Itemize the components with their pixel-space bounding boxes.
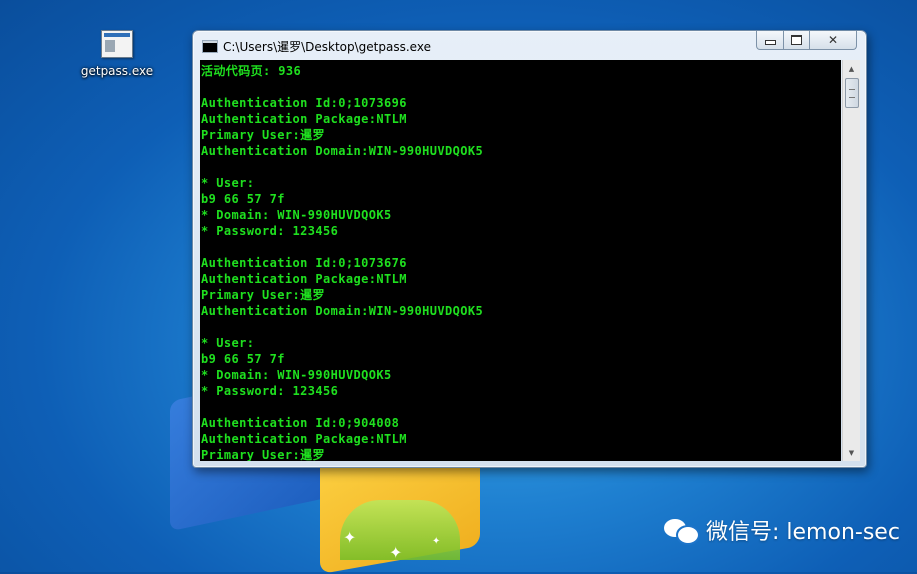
wallpaper-sparkle: ✦ (389, 543, 403, 562)
window-titlebar[interactable]: C:\Users\暹罗\Desktop\getpass.exe ✕ (193, 31, 866, 61)
desktop-icon-getpass[interactable]: getpass.exe (78, 30, 156, 78)
console-line: Authentication Id:0;1073676 (201, 256, 407, 270)
console-line: * Domain: WIN-990HUVDQOK5 (201, 368, 392, 382)
watermark-text: 微信号: lemon-sec (706, 520, 900, 545)
console-line: * User: (201, 336, 255, 350)
wechat-logo-icon (664, 516, 700, 545)
console-output[interactable]: 活动代码页: 936 Authentication Id:0;1073696 Aut… (200, 60, 841, 461)
window-title: C:\Users\暹罗\Desktop\getpass.exe (223, 40, 431, 54)
maximize-icon (791, 35, 802, 45)
console-line: Authentication Package:NTLM (201, 112, 407, 126)
console-lines: 活动代码页: 936 Authentication Id:0;1073696 Aut… (200, 60, 841, 461)
console-line: Authentication Domain:WIN-990HUVDQOK5 (201, 304, 484, 318)
desktop-icon-label: getpass.exe (80, 64, 154, 78)
close-icon: ✕ (827, 33, 839, 47)
console-line: Primary User:暹罗 (201, 288, 325, 302)
scrollbar-thumb[interactable] (845, 78, 859, 108)
console-line: b9 66 57 7f (201, 352, 285, 366)
console-line: Authentication Domain:WIN-990HUVDQOK5 (201, 144, 484, 158)
scroll-up-arrow-icon[interactable]: ▲ (843, 60, 860, 77)
console-line: Primary User:暹罗 (201, 448, 325, 461)
wechat-watermark: 微信号: lemon-sec (664, 514, 900, 546)
console-line: Authentication Id:0;1073696 (201, 96, 407, 110)
console-line: Authentication Id:0;904008 (201, 416, 400, 430)
maximize-button[interactable] (783, 31, 810, 50)
console-line: Authentication Package:NTLM (201, 432, 407, 446)
minimize-icon (764, 40, 776, 45)
console-line: * Password: 123456 (201, 224, 339, 238)
console-line: * User: (201, 176, 255, 190)
vertical-scrollbar[interactable]: ▲ ▼ (842, 60, 860, 461)
minimize-button[interactable] (756, 31, 784, 50)
console-line: 活动代码页: 936 (201, 64, 302, 78)
console-window[interactable]: C:\Users\暹罗\Desktop\getpass.exe ✕ 活动代码页:… (192, 30, 867, 468)
console-line: b9 66 57 7f (201, 192, 285, 206)
executable-icon (101, 30, 133, 58)
console-app-icon[interactable] (202, 40, 218, 53)
console-line: Authentication Package:NTLM (201, 272, 407, 286)
console-line: * Password: 123456 (201, 384, 339, 398)
close-button[interactable]: ✕ (809, 31, 857, 50)
scroll-down-arrow-icon[interactable]: ▼ (843, 444, 860, 461)
console-line: * Domain: WIN-990HUVDQOK5 (201, 208, 392, 222)
wallpaper-sparkle: ✦ (343, 528, 357, 547)
wallpaper-sparkle: ✦ (432, 536, 441, 547)
console-line: Primary User:暹罗 (201, 128, 325, 142)
